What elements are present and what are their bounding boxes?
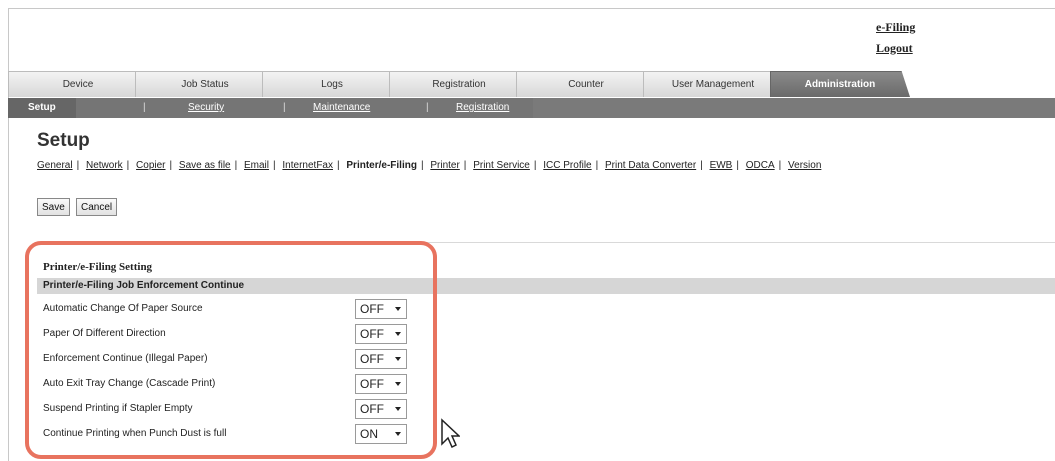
menu-separator: |	[778, 160, 782, 171]
menu-printer-efiling: Printer/e-Filing	[346, 160, 417, 171]
tab-device[interactable]: Device	[8, 71, 148, 97]
menu-print-service[interactable]: Print Service	[473, 160, 530, 171]
subnav-security[interactable]: Security	[188, 98, 224, 118]
subnav-separator: |	[283, 102, 286, 113]
sub-navigation: Setup | Security | Maintenance | Registr…	[8, 98, 1055, 118]
tab-registration[interactable]: Registration	[389, 71, 529, 97]
menu-odca[interactable]: ODCA	[746, 160, 775, 171]
tab-user-management[interactable]: User Management	[643, 71, 783, 97]
menu-separator: |	[736, 160, 739, 171]
menu-version[interactable]: Version	[788, 160, 821, 171]
tab-logs[interactable]: Logs	[262, 71, 402, 97]
menu-separator: |	[126, 160, 130, 171]
menu-separator: |	[169, 160, 173, 171]
menu-separator: |	[420, 160, 424, 171]
main-tabs: Device Job Status Logs Registration Coun…	[8, 71, 1055, 98]
highlight-box	[25, 241, 437, 459]
menu-separator: |	[463, 160, 467, 171]
menu-ewb[interactable]: EWB	[710, 160, 733, 171]
cancel-button[interactable]: Cancel	[76, 198, 118, 216]
setup-menu: General | Network | Copier | Save as file | …	[37, 160, 821, 171]
mouse-pointer-icon	[441, 418, 460, 448]
subnav-shade	[8, 98, 533, 118]
menu-separator: |	[76, 160, 80, 171]
menu-icc-profile[interactable]: ICC Profile	[543, 160, 591, 171]
menu-separator: |	[234, 160, 238, 171]
subnav-maintenance[interactable]: Maintenance	[313, 98, 370, 118]
menu-separator: |	[533, 160, 537, 171]
menu-internetfax[interactable]: InternetFax	[282, 160, 333, 171]
page-title: Setup	[37, 130, 90, 151]
menu-separator: |	[700, 160, 703, 171]
tab-administration[interactable]: Administration	[770, 71, 910, 97]
menu-print-data-converter[interactable]: Print Data Converter	[605, 160, 696, 171]
top-links: e-Filing Logout	[876, 17, 915, 59]
tab-job-status[interactable]: Job Status	[135, 71, 275, 97]
tab-counter[interactable]: Counter	[516, 71, 656, 97]
menu-separator: |	[337, 160, 340, 171]
menu-printer[interactable]: Printer	[430, 160, 459, 171]
logout-link[interactable]: Logout	[876, 38, 915, 59]
menu-network[interactable]: Network	[86, 160, 123, 171]
menu-separator: |	[273, 160, 276, 171]
menu-email[interactable]: Email	[244, 160, 269, 171]
menu-separator: |	[595, 160, 599, 171]
menu-copier[interactable]: Copier	[136, 160, 165, 171]
menu-save-as-file[interactable]: Save as file	[179, 160, 231, 171]
menu-general[interactable]: General	[37, 160, 73, 171]
save-button[interactable]: Save	[37, 198, 70, 216]
subnav-separator: |	[426, 102, 429, 113]
subnav-registration[interactable]: Registration	[456, 98, 509, 118]
subnav-separator: |	[143, 102, 146, 113]
subnav-setup[interactable]: Setup	[8, 98, 76, 118]
efiling-link[interactable]: e-Filing	[876, 17, 915, 38]
